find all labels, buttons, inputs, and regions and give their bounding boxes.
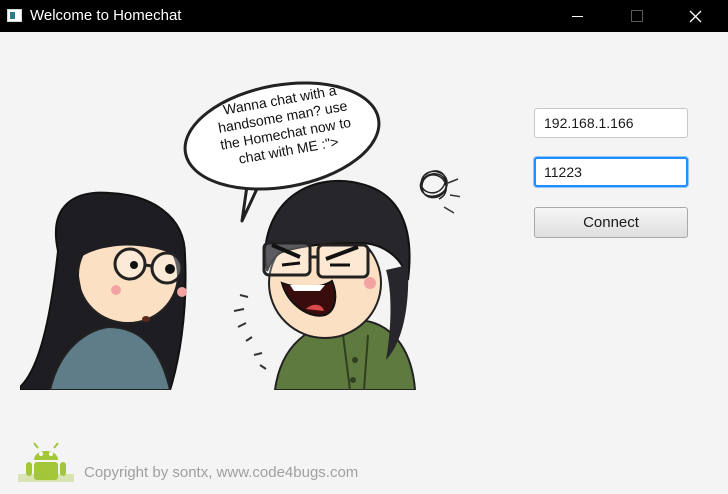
girl-character bbox=[20, 191, 187, 390]
title-bar[interactable]: Welcome to Homechat bbox=[0, 0, 728, 32]
host-input[interactable] bbox=[534, 108, 688, 138]
close-icon bbox=[689, 10, 701, 22]
anger-scribble bbox=[419, 170, 448, 200]
copyright-text: Copyright by sontx, www.code4bugs.com bbox=[84, 464, 359, 481]
minimize-icon bbox=[571, 15, 583, 17]
app-window: Welcome to Homechat Wanna chat with a ha… bbox=[0, 0, 728, 494]
minimize-button[interactable] bbox=[554, 0, 600, 32]
boy-character bbox=[233, 180, 417, 390]
maximize-icon bbox=[631, 10, 643, 22]
android-icon bbox=[18, 442, 74, 482]
cartoon-illustration: Wanna chat with a handsome man? use the … bbox=[20, 81, 460, 390]
connect-button[interactable]: Connect bbox=[534, 207, 688, 238]
app-icon bbox=[7, 9, 22, 22]
window-title: Welcome to Homechat bbox=[30, 7, 182, 24]
port-input[interactable] bbox=[534, 157, 688, 187]
close-button[interactable] bbox=[672, 0, 718, 32]
maximize-button[interactable] bbox=[614, 0, 660, 32]
